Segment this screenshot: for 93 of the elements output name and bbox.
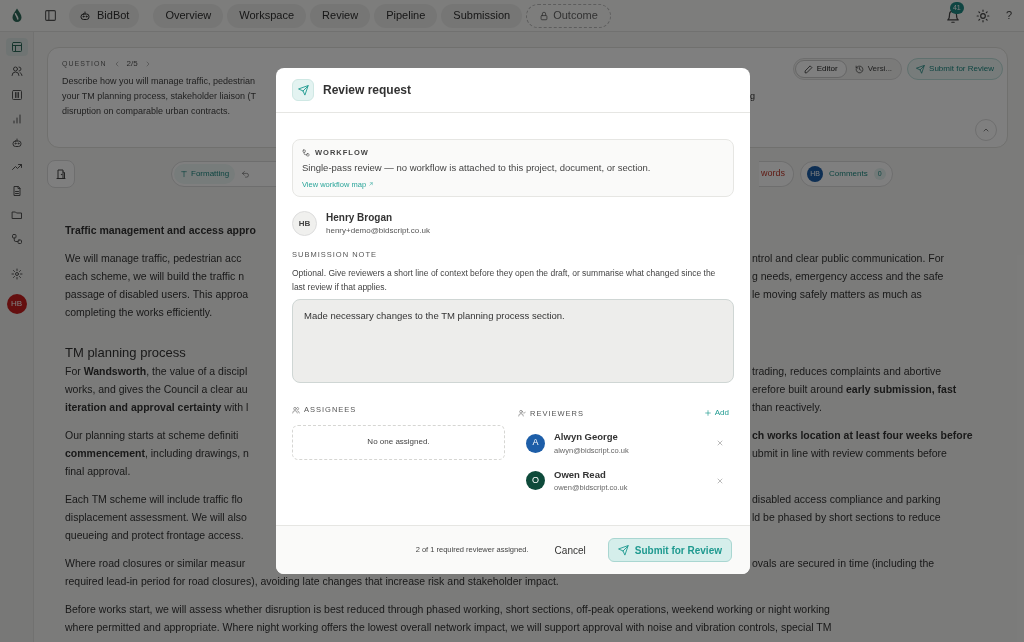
user-check-icon bbox=[518, 409, 526, 418]
empty-state-text: No one assigned. bbox=[367, 436, 430, 448]
remove-icon[interactable] bbox=[716, 476, 724, 485]
nav-tab[interactable]: Review bbox=[310, 3, 371, 28]
reviewer-avatar: A bbox=[526, 433, 545, 453]
paragraph-line: disabled access compliance and parking bbox=[752, 492, 941, 507]
paragraph-line: required lead-in period for road closures), avoiding late changes that increase risk and stakeholder impact. bbox=[65, 574, 559, 589]
paragraph-line: iteration and approval certainty with l bbox=[65, 400, 249, 415]
note-field[interactable]: Made necessary changes to the TM planning process section. bbox=[292, 299, 734, 384]
add-reviewer-button[interactable]: Add bbox=[703, 407, 729, 420]
requester-avatar: HB bbox=[292, 211, 317, 236]
reviewer-name: Owen Read bbox=[554, 467, 606, 482]
paragraph-line: works, and gives the Council a clear au bbox=[65, 382, 248, 397]
paragraph-line: ld be phased by short sections to reduce bbox=[752, 510, 941, 525]
paragraph-line: ntrol and clear public communication. For bbox=[752, 251, 944, 266]
cancel-button[interactable]: Cancel bbox=[550, 538, 590, 562]
text-format-icon bbox=[180, 170, 188, 178]
question-text: your TM planning process, stakeholder liaison (T bbox=[62, 90, 256, 103]
paragraph-line: ubmit in line with review comments before bbox=[752, 446, 947, 461]
workflow-text: Single-pass review — no workflow is attached to this project, document, or section. bbox=[302, 161, 651, 176]
paragraph-line: For Wandsworth, the value of a discipl bbox=[65, 364, 248, 379]
external-link-icon bbox=[368, 181, 375, 188]
door-icon bbox=[55, 168, 67, 180]
paragraph-line: each scheme, we will build the traffic n bbox=[65, 269, 244, 284]
workflow-icon bbox=[10, 233, 23, 245]
paragraph-line: completing the works efficiently. bbox=[65, 305, 213, 320]
paragraph-line: erefore built around early submission, fast bbox=[752, 382, 957, 397]
nav-tab[interactable]: Overview bbox=[153, 3, 224, 28]
remove-icon[interactable] bbox=[716, 439, 724, 447]
plus-icon bbox=[703, 409, 712, 418]
paragraph-line: than reactively. bbox=[752, 400, 822, 415]
paragraph-line: ch works location at least four weeks before bbox=[752, 428, 973, 443]
document-button[interactable] bbox=[47, 160, 75, 188]
paragraph-line: commencement, including drawings, n bbox=[65, 446, 249, 461]
bar-chart-icon bbox=[10, 113, 23, 125]
folder-icon bbox=[10, 209, 23, 221]
question-text: Describe how you will manage traffic, pedestrian bbox=[62, 75, 255, 88]
paragraph-line: displacement assessment. We will also bbox=[65, 510, 247, 525]
undo-icon[interactable] bbox=[241, 169, 251, 179]
pencil-icon bbox=[803, 64, 813, 74]
document-icon bbox=[10, 185, 23, 197]
question-text: g bbox=[750, 90, 755, 103]
paragraph-line: Each TM scheme will include traffic flo bbox=[65, 492, 243, 507]
bell-icon[interactable] bbox=[945, 9, 960, 24]
paragraph-line: We will manage traffic, pedestrian acc bbox=[65, 251, 242, 266]
paragraph-line: where permitted and appropriate. Where night working offers the lowest overall network impact, we will support approval with noise and vibration controls, special TM bbox=[65, 620, 832, 635]
paragraph-line: g needs, emergency access and the safe bbox=[752, 269, 944, 284]
send-icon bbox=[916, 64, 926, 74]
view-tab[interactable]: Editor bbox=[794, 60, 847, 78]
requester-email: henry+demo@bidscript.co.uk bbox=[326, 225, 430, 237]
view-tab[interactable]: Versi... bbox=[846, 60, 901, 78]
reviewer-name: Alwyn George bbox=[554, 430, 618, 445]
paragraph-line: Before works start, we will assess whether disruption is best reduced through phased working, short sections, off-peak operations, weekend working or night working bbox=[65, 602, 830, 617]
submit-review-button[interactable]: Submit for Review bbox=[907, 58, 1003, 80]
send-icon bbox=[297, 84, 309, 96]
lock-icon bbox=[539, 10, 550, 21]
workspace-button[interactable]: BidBot bbox=[69, 3, 140, 28]
nav-tab[interactable]: Submission bbox=[441, 3, 523, 28]
help-button[interactable]: ? bbox=[1005, 7, 1012, 24]
question-pager: 2/5 bbox=[126, 58, 138, 70]
send-icon bbox=[617, 544, 629, 556]
people-icon bbox=[10, 65, 23, 77]
heading: TM planning process bbox=[65, 344, 186, 362]
people-icon bbox=[292, 405, 300, 414]
paragraph-line: final approval. bbox=[65, 464, 131, 479]
sidebar-toggle-icon[interactable] bbox=[44, 9, 57, 22]
word-count: words bbox=[761, 167, 785, 181]
submit-button[interactable]: Submit for Review bbox=[607, 538, 732, 562]
paragraph-line: Where road closures or similar measur bbox=[65, 556, 246, 571]
note-help: Optional. Give reviewers a short line of context before they open the draft, or summarise what changed since the last review if that applies. bbox=[292, 267, 717, 295]
theme-icon[interactable] bbox=[975, 8, 990, 23]
question-text: disruption on comparable urban contracts. bbox=[62, 105, 231, 118]
formatting-button[interactable]: Formatting bbox=[174, 164, 236, 184]
robot-icon bbox=[79, 9, 91, 22]
paragraph-line: passage of disabled users. This approa bbox=[65, 287, 249, 302]
nav-tab[interactable]: Pipeline bbox=[374, 3, 438, 28]
dialog-title: Review request bbox=[323, 82, 412, 99]
paragraph-line: ovals are secured in time (including the bbox=[752, 556, 935, 571]
workflow-icon bbox=[302, 148, 310, 157]
layout-icon bbox=[10, 41, 23, 53]
reviewer-avatar: O bbox=[526, 471, 545, 490]
heading: Traffic management and access appro bbox=[65, 223, 256, 238]
paragraph-line: trading, reduces complaints and abortive bbox=[752, 364, 942, 379]
history-icon bbox=[854, 64, 864, 74]
robot-icon bbox=[10, 137, 23, 149]
sidebar-item[interactable] bbox=[5, 38, 28, 56]
paragraph-line: Our planning starts at scheme definiti bbox=[65, 428, 239, 443]
paragraph-line: queueing and protect frontage access. bbox=[65, 528, 244, 543]
requester-name: Henry Brogan bbox=[326, 211, 394, 225]
columns-icon bbox=[10, 89, 23, 101]
user-avatar[interactable]: HB bbox=[6, 294, 27, 314]
nav-tab[interactable]: Workspace bbox=[227, 3, 307, 28]
paragraph-line: le moving safely matters as much as bbox=[752, 287, 922, 302]
